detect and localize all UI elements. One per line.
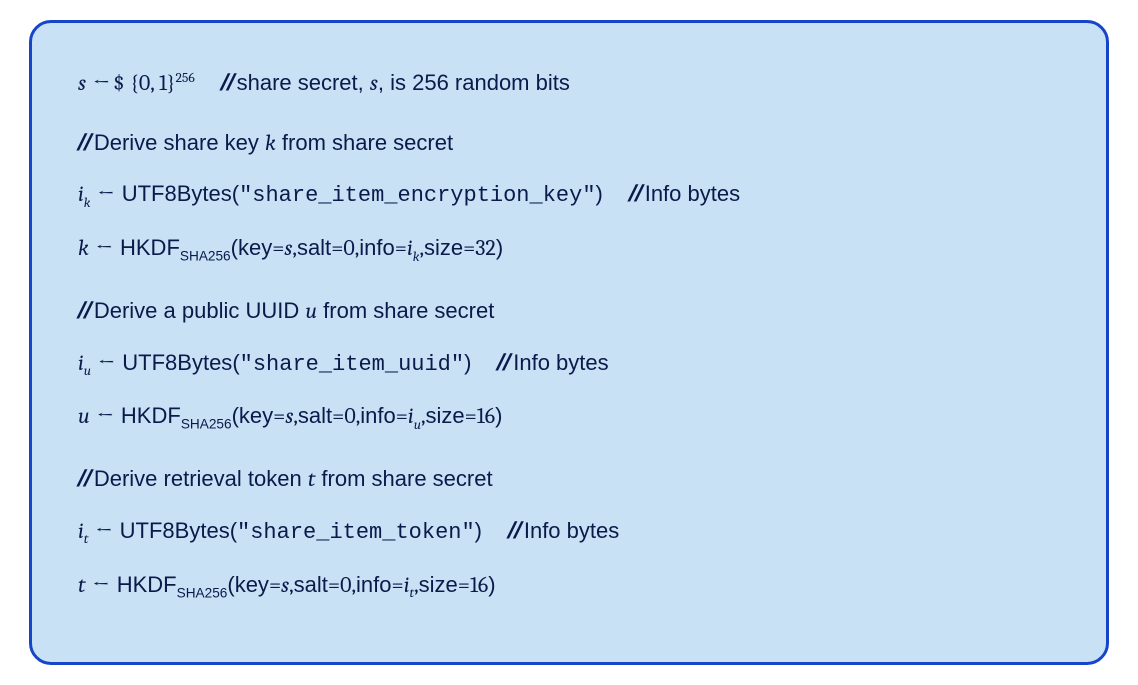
string-literal: "share_item_encryption_key" [239, 181, 595, 211]
comment-text: Info bytes [645, 179, 740, 209]
string-literal: "share_item_uuid" [240, 350, 464, 380]
var-s: s [78, 69, 86, 99]
arrow: ← [90, 402, 121, 432]
fn-hkdf: HKDFSHA256 [121, 401, 232, 434]
comment-slash-icon: // [627, 178, 646, 209]
arrow: ← [89, 234, 120, 264]
string-literal: "share_item_token" [237, 518, 475, 548]
fn-hkdf: HKDFSHA256 [117, 570, 228, 603]
algorithm-panel: s ← $ {0, 1}256 // share secret, s, is 2… [29, 20, 1109, 665]
line-it-assign: it ← UTF8Bytes ( "share_item_token" ) //… [78, 515, 1060, 550]
comment-slash-icon: // [76, 127, 95, 158]
bit-set: {0, 1}256 [130, 69, 194, 99]
comment-text: Info bytes [513, 348, 608, 378]
section-heading-u: // Derive a public UUID u from share sec… [78, 295, 1060, 327]
random-marker: $ [113, 69, 124, 99]
fn-utf8bytes: UTF8Bytes [122, 179, 232, 209]
fn-utf8bytes: UTF8Bytes [122, 348, 232, 378]
comment-slash-icon: // [219, 67, 238, 98]
fn-utf8bytes: UTF8Bytes [120, 516, 230, 546]
arrow: ← [90, 180, 121, 210]
comment: // Info bytes [629, 178, 740, 209]
comment-slash-icon: // [506, 515, 525, 546]
var-it: it [78, 517, 88, 550]
var-k: k [78, 234, 89, 264]
comment-text: Info bytes [524, 516, 619, 546]
fn-hkdf: HKDFSHA256 [120, 233, 231, 266]
comment-slash-icon: // [76, 463, 95, 494]
var-ik: ik [78, 180, 90, 213]
param-key: key [238, 233, 272, 263]
line-t-assign: t ← HKDFSHA256 ( key = s, salt = 0, info… [78, 570, 1060, 604]
comment-slash-icon: // [76, 295, 95, 326]
arrow: ← [85, 571, 116, 601]
arrow: ← [88, 517, 119, 547]
line-u-assign: u ← HKDFSHA256 ( key = s, salt = 0, info… [78, 401, 1060, 435]
arrow: ← [91, 349, 122, 379]
param-info: info [359, 233, 394, 263]
line-iu-assign: iu ← UTF8Bytes ( "share_item_uuid" ) // … [78, 347, 1060, 382]
line-k-assign: k ← HKDFSHA256 ( key = s, salt = 0, info… [78, 233, 1060, 267]
var-t: t [78, 571, 85, 601]
comment-text: Derive share key k from share secret [94, 128, 453, 159]
comment: // Derive retrieval token t from share s… [78, 463, 493, 495]
section-heading-t: // Derive retrieval token t from share s… [78, 463, 1060, 495]
comment-slash-icon: // [496, 347, 515, 378]
comment: // Derive a public UUID u from share sec… [78, 295, 494, 327]
comment-text: share secret, s, is 256 random bits [237, 68, 570, 99]
line-ik-assign: ik ← UTF8Bytes ( "share_item_encryption_… [78, 178, 1060, 213]
comment: // Info bytes [497, 347, 608, 378]
comment: // Info bytes [508, 515, 619, 546]
section-heading-k: // Derive share key k from share secret [78, 127, 1060, 159]
var-u: u [78, 402, 90, 432]
comment: // Derive share key k from share secret [78, 127, 453, 159]
line-sample-s: s ← $ {0, 1}256 // share secret, s, is 2… [78, 67, 1060, 99]
comment: // share secret, s, is 256 random bits [221, 67, 570, 99]
param-salt: salt [297, 233, 331, 263]
param-size: size [424, 233, 463, 263]
var-iu: iu [78, 349, 91, 382]
comment-text: Derive a public UUID u from share secret [94, 296, 494, 327]
comment-text: Derive retrieval token t from share secr… [94, 464, 493, 495]
